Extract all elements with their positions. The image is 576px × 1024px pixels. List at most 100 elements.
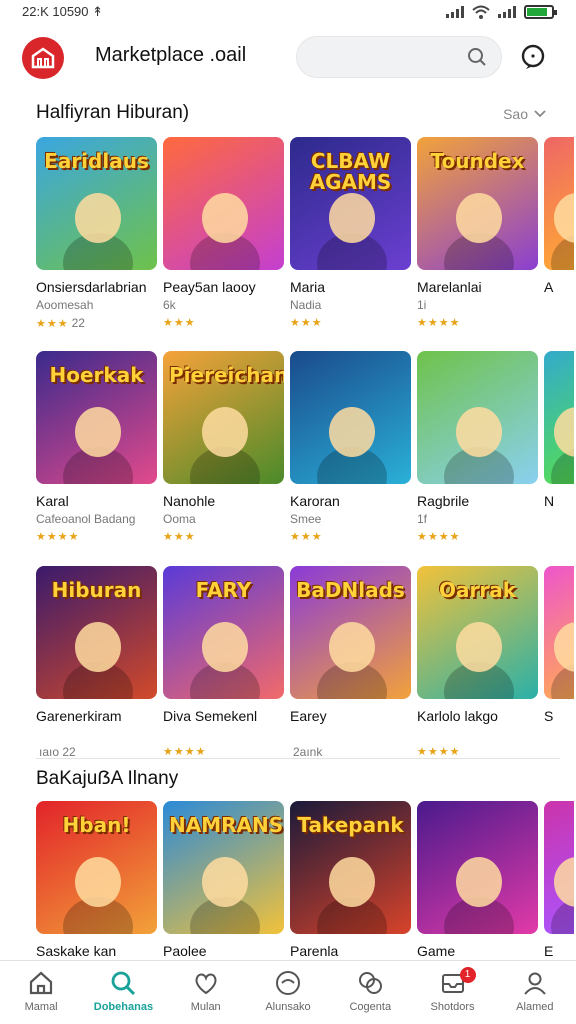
game-thumbnail[interactable] xyxy=(544,137,574,270)
chat-icon xyxy=(359,972,383,994)
game-thumbnail[interactable]: BaDNlads xyxy=(290,566,411,699)
game-thumbnail[interactable]: FARY xyxy=(163,566,284,699)
game-thumbnail[interactable]: Takepank xyxy=(290,801,411,934)
game-thumbnail[interactable] xyxy=(417,801,538,934)
game-thumbnail[interactable] xyxy=(417,351,538,484)
battery-icon xyxy=(524,5,557,19)
game-name: A xyxy=(544,279,554,295)
signal-icon xyxy=(446,6,464,18)
game-thumbnail[interactable]: Piereichan xyxy=(163,351,284,484)
game-row: Hiburan Garenerkiram ıaıo 22 FARY Diva Semek… xyxy=(36,566,576,759)
game-subtitle: Aoomesah xyxy=(36,298,94,312)
game-card[interactable]: Hoerkak Karal Cafeoanol Badang ★★★★ xyxy=(36,351,157,544)
character-art xyxy=(201,621,248,672)
game-card[interactable]: N xyxy=(544,351,574,544)
game-card[interactable]: Karoran Smee ★★★ xyxy=(290,351,411,544)
game-thumbnail[interactable] xyxy=(544,566,574,699)
nav-label: Mulan xyxy=(190,1001,221,1013)
status-icons xyxy=(446,5,557,19)
character-art xyxy=(201,192,248,243)
app-header: Marketplace .oail xyxy=(0,32,576,84)
game-name: Earey xyxy=(290,708,327,724)
game-card[interactable]: Ragbrile 1f ★★★★ xyxy=(417,351,538,544)
nav-item-search[interactable]: Dobehanas xyxy=(82,961,164,1024)
game-card[interactable]: BaDNlads Earey 2aınk xyxy=(290,566,411,759)
wifi-icon xyxy=(472,5,490,19)
game-thumbnail[interactable]: Earidlaus xyxy=(36,137,157,270)
see-all-label: Sao xyxy=(503,106,528,122)
game-card[interactable]: Earidlaus Onsiersdarlabrian Aoomesah ★★★ 22 xyxy=(36,137,157,330)
game-thumbnail[interactable]: CLBAW AGAMS xyxy=(290,137,411,270)
game-name: Onsiersdarlabrian xyxy=(36,279,147,295)
game-card[interactable]: CLBAW AGAMS Maria Nadia ★★★ xyxy=(290,137,411,330)
game-card[interactable]: Hban! Saskake kan xyxy=(36,801,157,959)
game-thumbnail[interactable] xyxy=(544,801,574,934)
game-card[interactable]: Peay5an laooy 6k ★★★ xyxy=(163,137,284,330)
game-art-title: NAMRANS xyxy=(169,813,284,837)
game-card[interactable]: Game xyxy=(417,801,538,959)
game-thumbnail[interactable]: Hban! xyxy=(36,801,157,934)
game-art-title: Piereichan xyxy=(169,363,284,387)
character-art xyxy=(201,856,248,907)
game-rating: ★★★★ xyxy=(163,746,207,758)
nav-item-home[interactable]: Mamal xyxy=(0,961,82,1024)
rating-count: 2aınk xyxy=(293,745,323,759)
game-thumbnail[interactable]: NAMRANS xyxy=(163,801,284,934)
game-subtitle xyxy=(163,727,284,742)
game-card[interactable]: Oarrak Karlolo lakgo ★★★★ xyxy=(417,566,538,759)
character-art xyxy=(328,406,375,457)
search-icon[interactable] xyxy=(467,47,487,67)
game-subtitle: Smee xyxy=(290,512,322,526)
game-rating: ★★★ xyxy=(163,317,196,329)
game-art-title: Earidlaus xyxy=(44,149,149,173)
notification-badge: 1 xyxy=(459,967,476,983)
game-rating: ★★★★ xyxy=(417,317,461,329)
game-card[interactable]: NAMRANS Paolee xyxy=(163,801,284,959)
search-input[interactable] xyxy=(311,47,461,63)
game-art-title: Toundex xyxy=(430,149,525,173)
nav-item-heart[interactable]: Mulan xyxy=(165,961,247,1024)
game-subtitle: 6k xyxy=(163,298,176,312)
nav-item-chat[interactable]: Cogenta xyxy=(329,961,411,1024)
game-thumbnail[interactable]: Oarrak xyxy=(417,566,538,699)
game-rating: ★★★★ xyxy=(417,746,461,758)
game-thumbnail[interactable]: Hoerkak xyxy=(36,351,157,484)
character-art xyxy=(328,856,375,907)
game-card[interactable]: Takepank Parenla xyxy=(290,801,411,959)
app-title: Marketplace .oail xyxy=(95,44,247,66)
search-bar[interactable] xyxy=(296,36,502,78)
see-all-link[interactable]: Sao xyxy=(503,106,546,122)
game-thumbnail[interactable]: Hiburan xyxy=(36,566,157,699)
app-logo[interactable] xyxy=(22,37,64,79)
bottom-nav: Mamal Dobehanas Mulan Alunsako Cogenta Shotdo… xyxy=(0,960,576,1024)
game-subtitle xyxy=(36,727,157,742)
game-card[interactable]: Piereichan Nanohle Ooma ★★★ xyxy=(163,351,284,544)
game-art-title: Hoerkak xyxy=(49,363,144,387)
game-card[interactable]: Hiburan Garenerkiram ıaıo 22 xyxy=(36,566,157,759)
game-card[interactable]: E xyxy=(544,801,574,959)
game-name: Karoran xyxy=(290,493,340,509)
nav-item-inbox[interactable]: Shotdors 1 xyxy=(412,961,494,1024)
game-card[interactable]: A xyxy=(544,137,574,330)
game-card[interactable]: S xyxy=(544,566,574,759)
nav-item-compass[interactable]: Alunsako xyxy=(247,961,329,1024)
game-thumbnail[interactable] xyxy=(544,351,574,484)
game-row: Earidlaus Onsiersdarlabrian Aoomesah ★★★ 22 P… xyxy=(36,137,576,330)
game-subtitle xyxy=(417,727,538,742)
game-thumbnail[interactable] xyxy=(163,137,284,270)
game-thumbnail[interactable]: Toundex xyxy=(417,137,538,270)
game-thumbnail[interactable] xyxy=(290,351,411,484)
game-card[interactable]: Toundex Marelanlai 1i ★★★★ xyxy=(417,137,538,330)
game-name: Ragbrile xyxy=(417,493,470,509)
game-name: Paolee xyxy=(163,943,207,959)
section-title-second: BaKajuẞA Ilnany xyxy=(36,768,179,789)
character-art xyxy=(74,856,121,907)
signal-icon-2 xyxy=(498,6,516,18)
game-name: Karal xyxy=(36,493,69,509)
rating-count: ıaıo 22 xyxy=(39,745,76,759)
nav-item-profile[interactable]: Alamed xyxy=(494,961,576,1024)
game-card[interactable]: FARY Diva Semekenl ★★★★ xyxy=(163,566,284,759)
message-icon[interactable] xyxy=(520,44,546,70)
game-subtitle xyxy=(544,727,574,742)
game-name: E xyxy=(544,943,554,959)
